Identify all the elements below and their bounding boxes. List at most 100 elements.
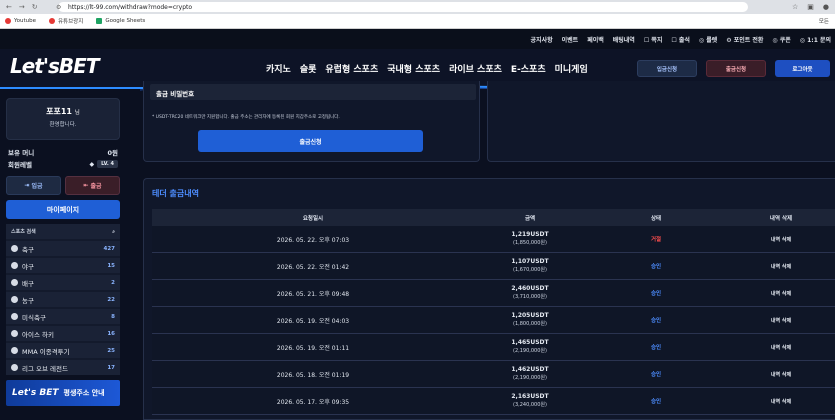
- row-status: 승인: [650, 264, 662, 270]
- menu-slot[interactable]: 슬롯: [300, 62, 317, 75]
- row-amount: 1,107USDT (1,670,000원): [511, 258, 549, 273]
- level-badge-icon: ◆: [89, 160, 95, 168]
- address-banner[interactable]: Let's BET 평생주소 안내: [6, 380, 120, 406]
- row-delete-button[interactable]: 내역 삭제: [726, 344, 835, 351]
- topbar-attendance[interactable]: ☐ 출석: [671, 35, 690, 44]
- sport-item-american-football[interactable]: 미식축구 8: [6, 309, 120, 324]
- forward-icon[interactable]: →: [19, 3, 25, 11]
- topbar-payback[interactable]: 페이백: [587, 35, 604, 44]
- search-icon[interactable]: ⌕: [112, 229, 115, 235]
- row-delete-button[interactable]: 내역 삭제: [726, 317, 835, 324]
- row-amount: 1,465USDT (2,190,000원): [511, 339, 549, 354]
- site-info-icon[interactable]: ⚙: [56, 4, 61, 11]
- topbar-point-convert[interactable]: ⚙ 포인트 전환: [726, 35, 763, 44]
- withdraw-icon: ⇤: [83, 182, 89, 189]
- table-row: 2026. 05. 22. 오후 07:03 1,219USDT (1,850,00…: [152, 226, 835, 253]
- extensions-icon[interactable]: ▣: [807, 3, 814, 11]
- banner-logo: Let's BET: [12, 388, 59, 398]
- topbar-notice[interactable]: 공지사항: [531, 35, 553, 44]
- topbar-bet-history[interactable]: 배팅내역: [613, 35, 635, 44]
- greeting: 환영합니다.: [49, 122, 77, 128]
- row-date: 2026. 05. 19. 오전 01:11: [276, 344, 350, 352]
- baseball-icon: [11, 262, 18, 269]
- sports-search[interactable]: 스포츠 검색 ⌕: [6, 224, 120, 239]
- row-delete-button[interactable]: 내역 삭제: [726, 236, 835, 243]
- sport-item-mma[interactable]: MMA 이종격투기 25: [6, 343, 120, 358]
- bookmark-2[interactable]: 유튜브광지: [49, 17, 83, 25]
- topbar-roulette[interactable]: ◎ 룰렛: [699, 35, 717, 44]
- address-bar[interactable]: ⚙ https://lt-99.com/withdraw?mode=crypto: [56, 2, 748, 12]
- sport-item-basketball[interactable]: 농구 22: [6, 292, 120, 307]
- row-delete-button[interactable]: 내역 삭제: [726, 398, 835, 405]
- menu-live-sports[interactable]: 라이브 스포츠: [449, 62, 502, 75]
- deposit-request-button[interactable]: 입금신청: [637, 60, 697, 77]
- volleyball-icon: [11, 279, 18, 286]
- row-amount: 1,219USDT (1,850,000원): [511, 231, 549, 246]
- withdraw-request-button[interactable]: 출금신청: [706, 60, 766, 77]
- sidebar-deposit-button[interactable]: ⇥ 입금: [6, 176, 61, 195]
- row-delete-button[interactable]: 내역 삭제: [726, 263, 835, 270]
- col-delete: 내역 삭제: [769, 215, 793, 222]
- sport-item-ice-hockey[interactable]: 아이스 하키 16: [6, 326, 120, 341]
- table-body: 2026. 05. 22. 오후 07:03 1,219USDT (1,850,00…: [152, 226, 835, 415]
- col-date: 요청일시: [302, 215, 324, 222]
- bookmarks-bar: Youtube 유튜브광지 Google Sheets 모든: [0, 14, 835, 29]
- level-value: LV. 4: [97, 160, 118, 168]
- topbar-message[interactable]: ☐ 쪽지: [644, 35, 663, 44]
- reload-icon[interactable]: ↻: [32, 3, 38, 11]
- side-panel: [487, 81, 835, 162]
- sport-item-lol[interactable]: 리그 오브 레전드 17: [6, 360, 120, 375]
- row-status: 거절: [650, 237, 662, 243]
- row-delete-button[interactable]: 내역 삭제: [726, 290, 835, 297]
- sport-item-soccer[interactable]: 축구 427: [6, 241, 120, 256]
- site-logo[interactable]: Let'sBET: [10, 54, 99, 78]
- withdraw-submit-button[interactable]: 출금신청: [198, 130, 423, 152]
- withdraw-form-panel: 출금 비밀번호 * USDT-TRC20 네트워크만 지원합니다. 출금 주소는…: [143, 81, 480, 162]
- all-bookmarks[interactable]: 모든: [819, 17, 829, 25]
- bookmark-google-sheets[interactable]: Google Sheets: [96, 18, 145, 24]
- profile-icon[interactable]: ●: [823, 3, 829, 11]
- menu-domestic-sports[interactable]: 국내형 스포츠: [387, 62, 440, 75]
- money-label: 보유 머니: [8, 149, 35, 157]
- row-date: 2026. 05. 18. 오전 01:19: [276, 371, 350, 379]
- row-amount: 1,462USDT (2,190,000원): [511, 366, 549, 381]
- logout-button[interactable]: 로그아웃: [775, 60, 830, 77]
- level-label: 회원레벨: [8, 161, 32, 169]
- table-row: 2026. 05. 22. 오전 01:42 1,107USDT (1,670,00…: [152, 253, 835, 280]
- youtube-icon: [5, 18, 11, 24]
- site: 공지사항 이벤트 페이백 배팅내역 ☐ 쪽지 ☐ 출석 ◎ 룰렛 ⚙ 포인트 전…: [0, 29, 835, 420]
- back-icon[interactable]: ←: [6, 3, 12, 11]
- row-date: 2026. 05. 17. 오후 09:35: [276, 398, 350, 406]
- mypage-button[interactable]: 마이페이지: [6, 200, 120, 219]
- row-delete-button[interactable]: 내역 삭제: [726, 371, 835, 378]
- row-amount: 2,163USDT (3,240,000원): [511, 393, 549, 408]
- browser-toolbar: ← → ↻ ⚙ https://lt-99.com/withdraw?mode=…: [0, 0, 835, 14]
- browser-actions: ☆ ▣ ●: [792, 3, 829, 11]
- star-icon[interactable]: ☆: [792, 3, 798, 11]
- menu-euro-sports[interactable]: 유럽형 스포츠: [325, 62, 378, 75]
- header-buttons: 입금신청 출금신청 로그아웃: [637, 60, 830, 77]
- row-status: 승인: [650, 345, 662, 351]
- menu-esports[interactable]: E-스포츠: [511, 62, 546, 75]
- menu-minigame[interactable]: 미니게임: [555, 62, 588, 75]
- bookmark-icon: [49, 18, 55, 24]
- history-title: 테더 출금내역: [152, 189, 199, 198]
- topbar-event[interactable]: 이벤트: [562, 35, 579, 44]
- row-date: 2026. 05. 22. 오후 07:03: [276, 236, 350, 244]
- withdraw-password-field[interactable]: 출금 비밀번호: [150, 84, 476, 100]
- banner-text: 평생주소 안내: [63, 389, 105, 397]
- sidebar-withdraw-button[interactable]: ⇤ 출금: [65, 176, 120, 195]
- col-status: 상태: [650, 215, 662, 222]
- main-menu: 카지노 슬롯 유럽형 스포츠 국내형 스포츠 라이브 스포츠 E-스포츠 미니게…: [266, 62, 588, 75]
- left-sidebar: 포포11 님 환영합니다. 보유 머니 0원 회원레벨 ◆ LV. 4 ⇥ 입금 …: [6, 98, 120, 406]
- row-date: 2026. 05. 19. 오전 04:03: [276, 317, 350, 325]
- menu-casino[interactable]: 카지노: [266, 62, 291, 75]
- bookmark-youtube[interactable]: Youtube: [5, 18, 36, 24]
- topbar-inquiry[interactable]: ◎ 1:1 문의: [800, 35, 831, 44]
- sports-list: 스포츠 검색 ⌕ 축구 427 야구 15 배구 2 농구 22 미식축구 8 아이스 하키…: [6, 224, 120, 375]
- sport-item-volleyball[interactable]: 배구 2: [6, 275, 120, 290]
- deposit-icon: ⇥: [24, 182, 30, 189]
- sport-item-baseball[interactable]: 야구 15: [6, 258, 120, 273]
- url-text: https://lt-99.com/withdraw?mode=crypto: [68, 3, 193, 11]
- topbar-coupon[interactable]: ◎ 쿠폰: [772, 35, 790, 44]
